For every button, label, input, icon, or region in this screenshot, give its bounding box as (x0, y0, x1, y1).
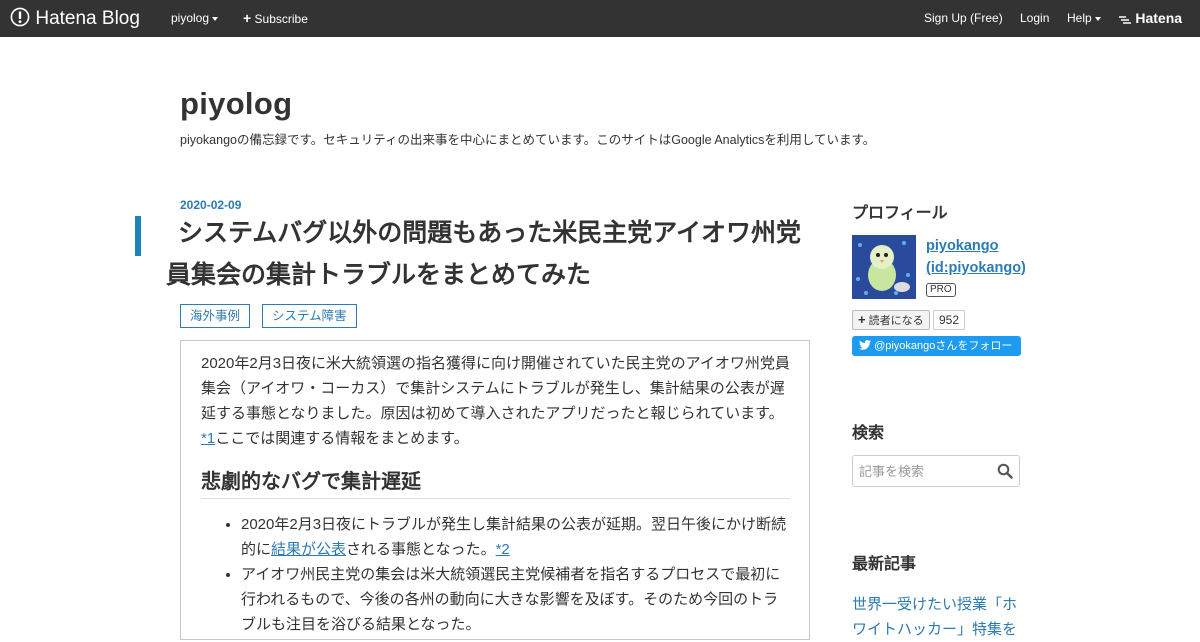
bullet2-text: アイオワ州民主党の集会は米大統領選民主党候補者を指名するプロセスで最初に行われる… (241, 566, 781, 633)
list-item: 2020年2月3日夜にトラブルが発生し集計結果の公表が延期。翌日午後にかけ断続的… (241, 512, 791, 562)
pro-badge: PRO (926, 283, 956, 298)
twitter-follow-label: @piyokangoさんをフォロー (874, 340, 1013, 352)
bullet1-tail: される事態となった。 (346, 541, 496, 558)
signup-link[interactable]: Sign Up (Free) (924, 0, 1003, 37)
category-overseas-cases[interactable]: 海外事例 (180, 304, 251, 328)
avatar-bird-icon (852, 235, 916, 299)
blog-title[interactable]: piyolog (180, 86, 292, 122)
hatena-label: Hatena (1135, 10, 1183, 26)
hatena-blog-logo[interactable]: Hatena Blog (10, 0, 140, 37)
category-system-failure[interactable]: システム障害 (262, 304, 357, 328)
twitter-bird-icon (859, 340, 871, 350)
search-heading: 検索 (852, 425, 885, 442)
hatena-link[interactable]: Hatena (1118, 0, 1182, 37)
blog-description: piyokangoの備忘録です。セキュリティの出来事を中心にまとめています。この… (180, 133, 876, 147)
hatena-logo-icon (10, 7, 30, 27)
plus-icon: + (858, 312, 866, 327)
profile-name: piyokango (id:piyokango) PRO (926, 235, 1026, 301)
signup-label: Sign Up (Free) (924, 11, 1003, 25)
search-box (852, 455, 1020, 487)
subscribe-label: Subscribe (254, 12, 308, 26)
avatar[interactable] (852, 235, 916, 299)
twitter-follow-button[interactable]: @piyokangoさんをフォロー (852, 336, 1021, 356)
help-menu[interactable]: Help (1067, 0, 1101, 37)
help-label: Help (1067, 11, 1092, 25)
chevron-down-icon (212, 16, 219, 21)
blog-menu-label: piyolog (171, 11, 210, 25)
results-link[interactable]: 結果が公表 (271, 541, 346, 558)
footnote-link-1[interactable]: *1 (201, 430, 215, 447)
chevron-down-icon (1094, 16, 1101, 21)
search-input[interactable] (853, 456, 999, 486)
footnote-link-2[interactable]: *2 (496, 541, 510, 558)
intro-paragraph: 2020年2月3日夜に米大統領選の指名獲得に向け開催されていた民主党のアイオワ州… (201, 351, 791, 451)
intro-text: 2020年2月3日夜に米大統領選の指名獲得に向け開催されていた民主党のアイオワ州… (201, 355, 790, 422)
subscribe-reader-button[interactable]: + 読者になる (852, 310, 930, 330)
intro-tail: ここでは関連する情報をまとめます。 (215, 430, 469, 447)
title-accent-bar (135, 216, 141, 256)
section-heading: 悲劇的なバグで集計遅延 (201, 465, 790, 499)
entry-date[interactable]: 2020-02-09 (180, 198, 241, 212)
subscribe-link[interactable]: + Subscribe (243, 0, 308, 37)
global-header: Hatena Blog piyolog + Subscribe Sign Up … (0, 0, 1200, 37)
login-label: Login (1020, 11, 1050, 25)
entry-content: 2020年2月3日夜に米大統領選の指名獲得に向け開催されていた民主党のアイオワ州… (180, 340, 810, 640)
profile-name-link[interactable]: piyokango (926, 238, 999, 254)
profile-id-link[interactable]: (id:piyokango) (926, 260, 1026, 276)
blog-menu[interactable]: piyolog (171, 0, 219, 37)
search-icon[interactable] (997, 463, 1013, 479)
recent-heading: 最新記事 (852, 556, 917, 573)
plus-icon: + (243, 10, 252, 26)
hatena-mark-icon (1119, 16, 1131, 24)
entry-title[interactable]: システムバグ以外の問題もあった米民主党アイオワ州党員集会の集計トラブルをまとめて… (166, 212, 806, 296)
profile-heading: プロフィール (852, 205, 948, 222)
subscriber-count: 952 (933, 310, 966, 330)
login-link[interactable]: Login (1020, 0, 1049, 37)
recent-article-link[interactable]: 世界一受けたい授業「ホワイトハッカー」特集を (852, 592, 1022, 642)
bullet-list: 2020年2月3日夜にトラブルが発生し集計結果の公表が延期。翌日午後にかけ断続的… (241, 512, 791, 637)
subscribe-reader-label: 読者になる (868, 315, 924, 327)
logo-text: Hatena Blog (35, 7, 140, 29)
list-item: アイオワ州民主党の集会は米大統領選民主党候補者を指名するプロセスで最初に行われる… (241, 562, 791, 637)
